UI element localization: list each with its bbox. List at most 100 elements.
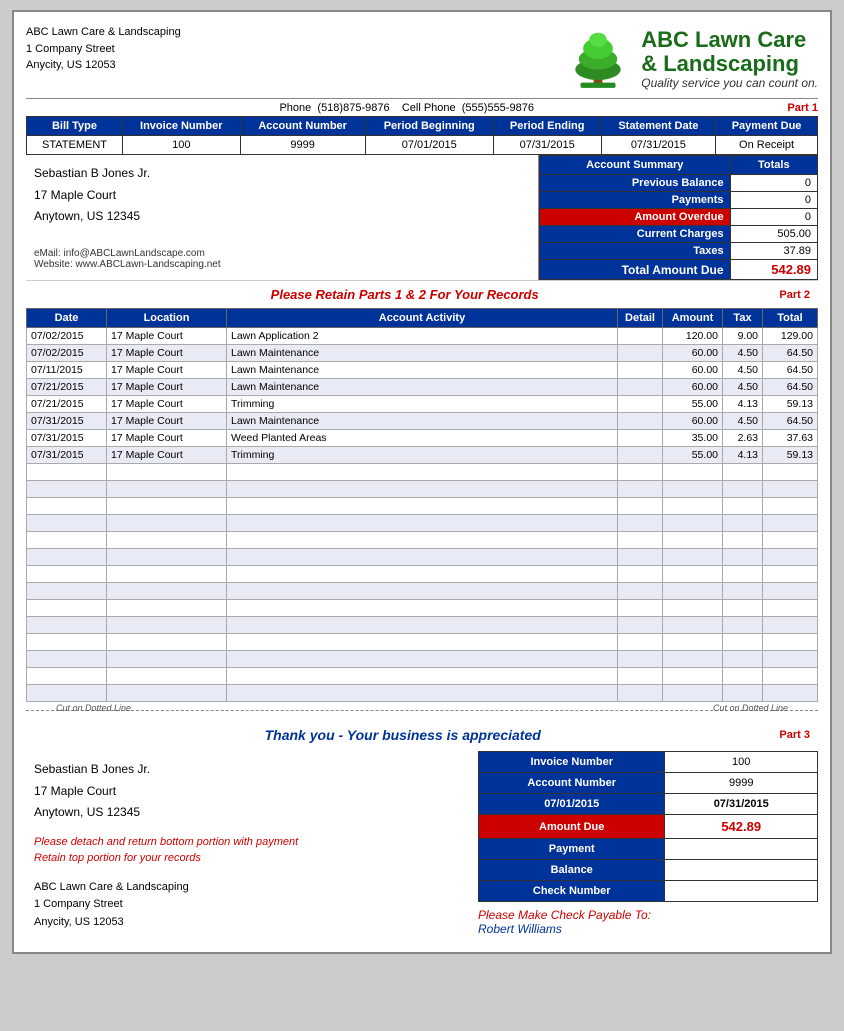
retain-notice: Please Retain Parts 1 & 2 For Your Recor… [30, 283, 779, 306]
email-label: eMail: [34, 248, 61, 259]
row-date: 07/31/2015 [27, 447, 107, 464]
acct-summary-title: Account Summary [540, 156, 731, 175]
empty-row [27, 617, 818, 634]
row-amount: 60.00 [663, 362, 723, 379]
company-name-text: ABC Lawn Care & Landscaping Quality serv… [641, 28, 818, 90]
bottom-left: Sebastian B Jones Jr. 17 Maple Court Any… [26, 751, 478, 940]
row-detail [618, 379, 663, 396]
col-location: Location [107, 309, 227, 328]
bottom-customer-name: Sebastian B Jones Jr. [34, 759, 470, 781]
total-value: 542.89 [730, 260, 817, 280]
bottom-right: Invoice Number 100 Account Number 9999 0… [478, 751, 818, 940]
row-amount: 60.00 [663, 379, 723, 396]
row-total: 129.00 [763, 328, 818, 345]
current-charges-label: Current Charges [540, 226, 731, 243]
row-date: 07/21/2015 [27, 379, 107, 396]
pt-amount-due-val: 542.89 [665, 815, 818, 839]
cut-right-label: Cut on Dotted Line [713, 703, 788, 713]
taxes-label: Taxes [540, 243, 731, 260]
pt-date-end: 07/31/2015 [665, 794, 818, 815]
pt-balance-label: Balance [479, 860, 665, 881]
val-payment-due: On Receipt [716, 136, 818, 155]
contact-info: eMail: info@ABCLawnLandscape.com Website… [34, 248, 530, 270]
col-bill-type: Bill Type [27, 117, 123, 136]
phone-label: Phone [279, 102, 311, 114]
row-tax: 4.50 [723, 345, 763, 362]
row-location: 17 Maple Court [107, 379, 227, 396]
row-amount: 55.00 [663, 447, 723, 464]
col-invoice-number: Invoice Number [123, 117, 241, 136]
row-total: 59.13 [763, 396, 818, 413]
prev-balance-value: 0 [730, 175, 817, 192]
total-label: Total Amount Due [540, 260, 731, 280]
thank-you-text: Thank you - Your business is appreciated [30, 721, 775, 749]
empty-row [27, 481, 818, 498]
detach-line1: Please detach and return bottom portion … [34, 834, 470, 851]
customer-address2: Anytown, US 12345 [34, 206, 530, 228]
row-tax: 4.13 [723, 396, 763, 413]
phone-number: (518)875-9876 [317, 102, 389, 114]
row-tax: 4.50 [723, 362, 763, 379]
customer-info-area: Sebastian B Jones Jr. 17 Maple Court Any… [26, 155, 538, 280]
empty-row [27, 600, 818, 617]
empty-row [27, 532, 818, 549]
val-period-ending: 07/31/2015 [493, 136, 601, 155]
row-location: 17 Maple Court [107, 447, 227, 464]
row-total: 64.50 [763, 413, 818, 430]
col-date: Date [27, 309, 107, 328]
row-total: 59.13 [763, 447, 818, 464]
account-summary-table: Account Summary Totals Previous Balance … [539, 155, 818, 280]
row-date: 07/21/2015 [27, 396, 107, 413]
row-location: 17 Maple Court [107, 345, 227, 362]
taxes-value: 37.89 [730, 243, 817, 260]
activity-row: 07/31/2015 17 Maple Court Trimming 55.00… [27, 447, 818, 464]
acct-summary-totals: Totals [730, 156, 817, 175]
row-amount: 35.00 [663, 430, 723, 447]
thank-you-bar: Thank you - Your business is appreciated… [26, 719, 818, 751]
empty-row [27, 566, 818, 583]
pt-amount-due-label: Amount Due [479, 815, 665, 839]
payable-name: Robert Williams [478, 922, 562, 936]
row-amount: 120.00 [663, 328, 723, 345]
col-detail: Detail [618, 309, 663, 328]
bottom-customer-address: Sebastian B Jones Jr. 17 Maple Court Any… [34, 759, 470, 824]
row-activity: Lawn Application 2 [227, 328, 618, 345]
row-date: 07/02/2015 [27, 328, 107, 345]
empty-row [27, 515, 818, 532]
company-address-line3: Anycity, US 12053 [26, 57, 181, 74]
row-activity: Lawn Maintenance [227, 413, 618, 430]
empty-row [27, 549, 818, 566]
empty-row [27, 685, 818, 702]
middle-section: Sebastian B Jones Jr. 17 Maple Court Any… [26, 155, 818, 280]
row-tax: 2.63 [723, 430, 763, 447]
pt-account-label: Account Number [479, 773, 665, 794]
row-activity: Weed Planted Areas [227, 430, 618, 447]
tree-icon [563, 24, 633, 94]
col-period-ending: Period Ending [493, 117, 601, 136]
row-activity: Lawn Maintenance [227, 345, 618, 362]
row-date: 07/31/2015 [27, 430, 107, 447]
activity-row: 07/11/2015 17 Maple Court Lawn Maintenan… [27, 362, 818, 379]
part3-label: Part 3 [775, 727, 814, 743]
empty-row [27, 651, 818, 668]
bottom-customer-addr2: Anytown, US 12345 [34, 802, 470, 824]
row-detail [618, 328, 663, 345]
customer-address1: 17 Maple Court [34, 185, 530, 207]
row-amount: 55.00 [663, 396, 723, 413]
logo-area: ABC Lawn Care & Landscaping Quality serv… [563, 24, 818, 94]
col-account-number: Account Number [240, 117, 365, 136]
detach-notice: Please detach and return bottom portion … [34, 834, 470, 867]
bottom-company-name: ABC Lawn Care & Landscaping [34, 879, 470, 897]
cell-label: Cell Phone [402, 102, 456, 114]
val-bill-type: STATEMENT [27, 136, 123, 155]
row-amount: 60.00 [663, 345, 723, 362]
header: ABC Lawn Care & Landscaping 1 Company St… [26, 24, 818, 94]
row-activity: Trimming [227, 396, 618, 413]
val-invoice-number: 100 [123, 136, 241, 155]
row-activity: Lawn Maintenance [227, 362, 618, 379]
payments-label: Payments [540, 192, 731, 209]
pt-account-val: 9999 [665, 773, 818, 794]
row-detail [618, 345, 663, 362]
prev-balance-label: Previous Balance [540, 175, 731, 192]
part2-label: Part 2 [779, 289, 814, 301]
